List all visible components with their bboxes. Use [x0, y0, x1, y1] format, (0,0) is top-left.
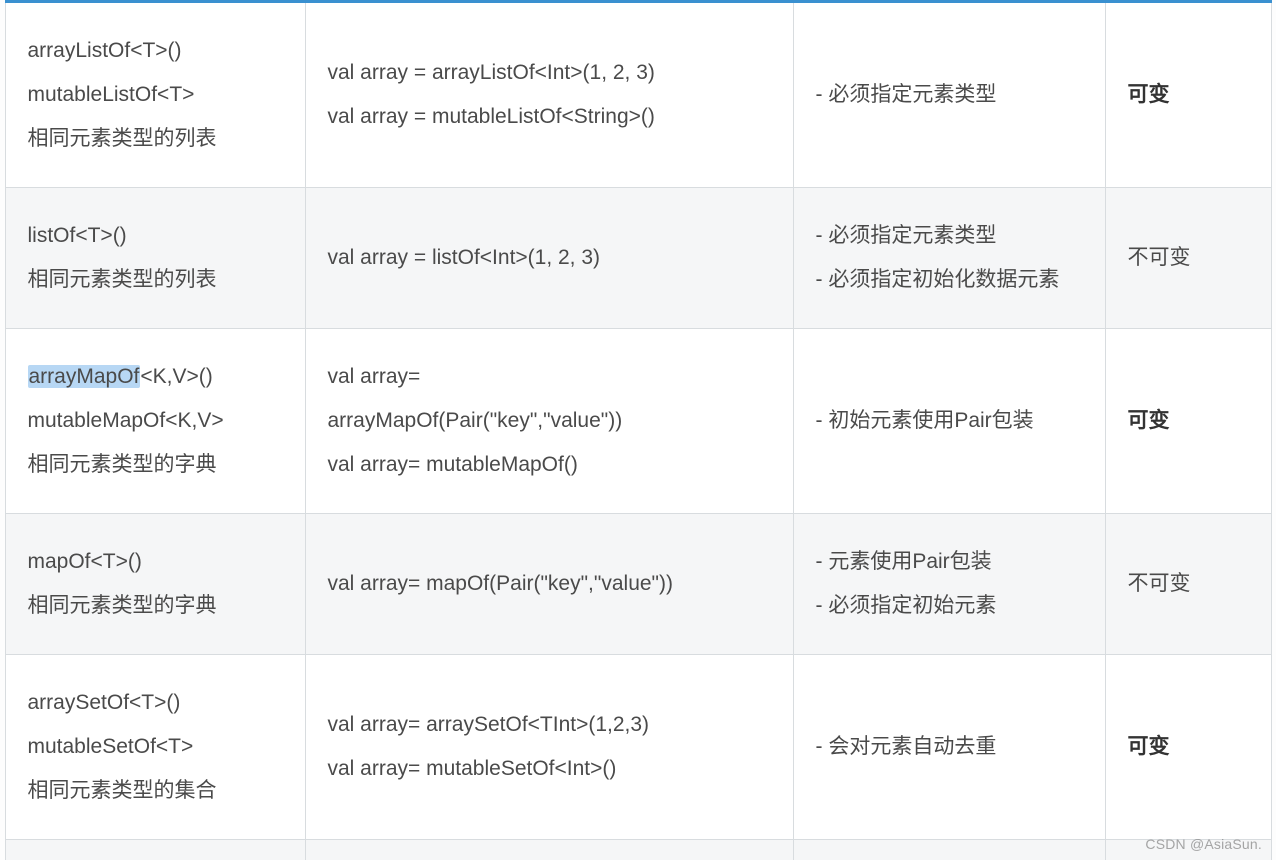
watermark-text: CSDN @AsiaSun.	[1145, 836, 1262, 852]
cell-text: 相同元素类型的字典	[28, 443, 283, 487]
cell-example: val array = listOf<Int>(1, 2, 3)	[305, 188, 793, 329]
cell-text: arrayMapOf<K,V>()	[28, 355, 283, 399]
cell-text: - 初始元素使用Pair包装	[816, 399, 1083, 443]
cell-text: val array = mutableListOf<String>()	[328, 95, 771, 139]
cell-text: val array=	[328, 355, 771, 399]
cell-text: - 必须指定元素类型	[816, 214, 1083, 258]
cell-note: - 元素使用Pair包装 - 必须指定初始元素	[793, 514, 1105, 655]
cell-text: 可变	[1128, 409, 1170, 432]
cell-example: val array = arrayListOf<Int>(1, 2, 3) va…	[305, 2, 793, 188]
cell-mutability: 可变	[1105, 2, 1271, 188]
cell-function: mapOf<T>() 相同元素类型的字典	[5, 514, 305, 655]
cell-note: - 对元素自动去重 - 必须指定元素类型。	[793, 840, 1105, 860]
cell-text: mutableSetOf<T>	[28, 725, 283, 769]
cell-text: - 会对元素自动去重	[816, 725, 1083, 769]
cell-text: 相同元素类型的列表	[28, 117, 283, 161]
cell-mutability: 不可变	[1105, 514, 1271, 655]
cell-text: mutableListOf<T>	[28, 73, 283, 117]
table-row: mapOf<T>() 相同元素类型的字典 val array= mapOf(Pa…	[5, 514, 1271, 655]
cell-function: listOf<T>() 相同元素类型的列表	[5, 188, 305, 329]
cell-text: arrayListOf<T>()	[28, 29, 283, 73]
cell-text: 相同元素类型的集合	[28, 769, 283, 813]
cell-text: 可变	[1128, 735, 1170, 758]
cell-function: setOf<T>() 相同元素类型的集合	[5, 840, 305, 860]
cell-text: 不可变	[1128, 246, 1191, 269]
cell-text: mapOf<T>()	[28, 540, 283, 584]
cell-note: - 必须指定元素类型 - 必须指定初始化数据元素	[793, 188, 1105, 329]
cell-function: arrayMapOf<K,V>() mutableMapOf<K,V> 相同元素…	[5, 329, 305, 514]
cell-text: val array= arraySetOf<TInt>(1,2,3)	[328, 703, 771, 747]
cell-text: arraySetOf<T>()	[28, 681, 283, 725]
cell-text: 相同元素类型的列表	[28, 258, 283, 302]
cell-example: val array= mapOf(Pair("key","value"))	[305, 514, 793, 655]
cell-text: val array= mutableSetOf<Int>()	[328, 747, 771, 791]
cell-text: <K,V>()	[140, 365, 212, 388]
table-row: arrayListOf<T>() mutableListOf<T> 相同元素类型…	[5, 2, 1271, 188]
cell-text: - 必须指定初始化数据元素	[816, 258, 1083, 302]
cell-example: val array= arraySetOf<TInt>(1,2,3) val a…	[305, 655, 793, 840]
cell-text: arrayMapOf(Pair("key","value"))	[328, 399, 771, 443]
cell-function: arrayListOf<T>() mutableListOf<T> 相同元素类型…	[5, 2, 305, 188]
cell-text: - 必须指定初始元素	[816, 584, 1083, 628]
cell-note: - 必须指定元素类型	[793, 2, 1105, 188]
cell-function: arraySetOf<T>() mutableSetOf<T> 相同元素类型的集…	[5, 655, 305, 840]
cell-text: val array = listOf<Int>(1, 2, 3)	[328, 236, 771, 280]
cell-mutability: 可变	[1105, 655, 1271, 840]
cell-text: val array= mapOf(Pair("key","value"))	[328, 562, 771, 606]
table-row: arraySetOf<T>() mutableSetOf<T> 相同元素类型的集…	[5, 655, 1271, 840]
cell-note: - 会对元素自动去重	[793, 655, 1105, 840]
table-row: setOf<T>() 相同元素类型的集合 val array= arraySet…	[5, 840, 1271, 860]
cell-text: 相同元素类型的字典	[28, 584, 283, 628]
table-row: arrayMapOf<K,V>() mutableMapOf<K,V> 相同元素…	[5, 329, 1271, 514]
cell-mutability: 不可变	[1105, 188, 1271, 329]
cell-text: 不可变	[1128, 572, 1191, 595]
kotlin-collections-table: arrayListOf<T>() mutableListOf<T> 相同元素类型…	[5, 0, 1272, 860]
cell-text: 可变	[1128, 83, 1170, 106]
cell-text: val array= mutableMapOf()	[328, 443, 771, 487]
text-selection-highlight: arrayMapOf	[28, 365, 141, 388]
cell-mutability: 可变	[1105, 329, 1271, 514]
cell-example: val array= arraySetOf<Int>(1,2,3)	[305, 840, 793, 860]
cell-text: - 必须指定元素类型	[816, 73, 1083, 117]
cell-text: mutableMapOf<K,V>	[28, 399, 283, 443]
cell-text: listOf<T>()	[28, 214, 283, 258]
cell-example: val array= arrayMapOf(Pair("key","value"…	[305, 329, 793, 514]
table-row: listOf<T>() 相同元素类型的列表 val array = listOf…	[5, 188, 1271, 329]
cell-note: - 初始元素使用Pair包装	[793, 329, 1105, 514]
cell-text: val array = arrayListOf<Int>(1, 2, 3)	[328, 51, 771, 95]
cell-text: - 元素使用Pair包装	[816, 540, 1083, 584]
